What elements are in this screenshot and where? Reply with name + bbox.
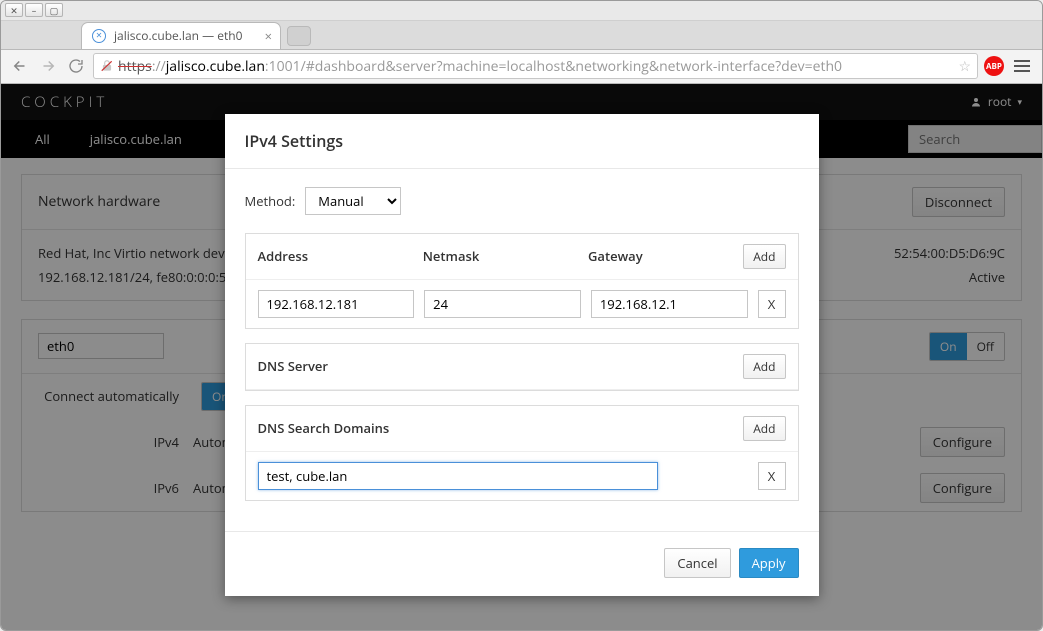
modal-overlay[interactable]: IPv4 Settings Method: Manual Address Net… bbox=[1, 84, 1042, 630]
col-gateway: Gateway bbox=[588, 247, 743, 265]
url-path: :1001/#dashboard&server?machine=localhos… bbox=[265, 57, 842, 76]
reload-icon[interactable] bbox=[65, 55, 87, 77]
dns-title: DNS Server bbox=[258, 357, 744, 375]
window-close-button[interactable]: ✕ bbox=[5, 3, 23, 17]
dns-search-title: DNS Search Domains bbox=[258, 419, 744, 437]
dns-search-input[interactable] bbox=[258, 462, 658, 490]
address-block: Address Netmask Gateway Add bbox=[245, 233, 799, 329]
window-minimize-button[interactable]: – bbox=[25, 3, 43, 17]
browser-menu-icon[interactable] bbox=[1010, 56, 1034, 76]
tab-favicon bbox=[92, 29, 106, 43]
modal-title: IPv4 Settings bbox=[225, 114, 819, 169]
method-select[interactable]: Manual bbox=[305, 187, 401, 215]
url-bar[interactable]: https://jalisco.cube.lan:1001/#dashboard… bbox=[93, 53, 978, 79]
new-tab-button[interactable] bbox=[287, 26, 311, 46]
dns-search-block: DNS Search Domains Add X bbox=[245, 405, 799, 501]
col-address: Address bbox=[258, 247, 413, 265]
dns-search-add-button[interactable]: Add bbox=[743, 416, 785, 441]
tab-title: jalisco.cube.lan — eth0 bbox=[114, 27, 242, 44]
netmask-input[interactable] bbox=[424, 290, 581, 318]
window-maximize-button[interactable]: ▢ bbox=[45, 3, 63, 17]
url-scheme: https bbox=[118, 57, 152, 76]
forward-icon[interactable] bbox=[37, 55, 59, 77]
address-input[interactable] bbox=[258, 290, 415, 318]
tab-close-icon[interactable]: × bbox=[265, 27, 272, 45]
dns-block: DNS Server Add bbox=[245, 343, 799, 391]
app-root: COCKPIT root ▾ All jalisco.cube.lan Netw… bbox=[1, 84, 1042, 630]
os-titlebar: ✕ – ▢ bbox=[1, 1, 1042, 21]
cancel-button[interactable]: Cancel bbox=[664, 548, 730, 578]
apply-button[interactable]: Apply bbox=[739, 548, 799, 578]
col-netmask: Netmask bbox=[423, 247, 578, 265]
gateway-input[interactable] bbox=[591, 290, 748, 318]
ipv4-settings-modal: IPv4 Settings Method: Manual Address Net… bbox=[225, 114, 819, 596]
url-host: jalisco.cube.lan bbox=[166, 57, 265, 76]
method-label: Method: bbox=[245, 192, 296, 210]
abp-icon[interactable]: ABP bbox=[984, 56, 1004, 76]
browser-tab[interactable]: jalisco.cube.lan — eth0 × bbox=[81, 22, 281, 49]
address-remove-button[interactable]: X bbox=[758, 290, 786, 318]
address-add-button[interactable]: Add bbox=[743, 244, 785, 269]
browser-toolbar: https://jalisco.cube.lan:1001/#dashboard… bbox=[1, 50, 1042, 84]
back-icon[interactable] bbox=[9, 55, 31, 77]
cert-warning-icon bbox=[100, 59, 116, 73]
bookmark-star-icon[interactable]: ☆ bbox=[958, 57, 971, 76]
dns-add-button[interactable]: Add bbox=[743, 354, 785, 379]
browser-tabstrip: jalisco.cube.lan — eth0 × bbox=[1, 21, 1042, 50]
dns-search-remove-button[interactable]: X bbox=[758, 462, 786, 490]
